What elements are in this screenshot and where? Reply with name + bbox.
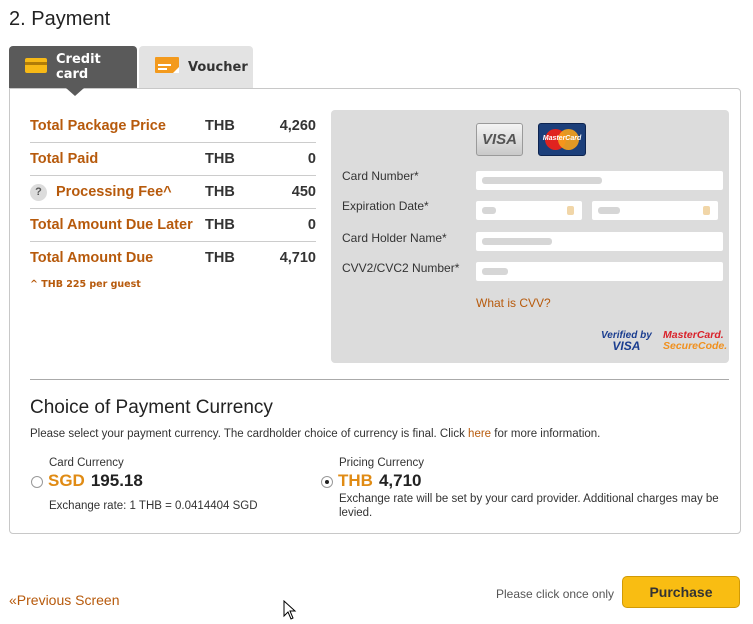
expiration-label: Expiration Date* bbox=[342, 199, 429, 213]
summary-label: Total Amount Due Later bbox=[30, 217, 193, 233]
summary-label: Processing Fee^ bbox=[56, 184, 172, 200]
previous-screen-link[interactable]: «Previous Screen bbox=[9, 592, 120, 608]
processing-fee-note: ^ THB 225 per guest bbox=[30, 279, 141, 290]
summary-amount: 4,710 bbox=[279, 250, 316, 266]
pricing-currency-radio[interactable] bbox=[321, 476, 333, 488]
summary-currency: THB bbox=[205, 118, 235, 134]
what-is-cvv-link[interactable]: What is CVV? bbox=[476, 296, 551, 310]
tab-voucher[interactable]: Voucher bbox=[139, 46, 253, 88]
summary-currency: THB bbox=[205, 151, 235, 167]
tab-pointer bbox=[66, 88, 84, 96]
more-info-link[interactable]: here bbox=[468, 428, 491, 440]
summary-label: Total Amount Due bbox=[30, 250, 154, 266]
card-currency-label: Card Currency bbox=[49, 457, 124, 469]
verified-by-visa-logo: Verified by VISA bbox=[601, 330, 652, 353]
mastercard-logo: MasterCard bbox=[538, 123, 586, 156]
card-currency-rate: Exchange rate: 1 THB = 0.0414404 SGD bbox=[49, 500, 258, 512]
purchase-button[interactable]: Purchase bbox=[622, 576, 740, 608]
summary-currency: THB bbox=[205, 250, 235, 266]
divider bbox=[30, 379, 729, 380]
tab-credit-card[interactable]: Credit card bbox=[9, 46, 137, 88]
visa-logo: VISA bbox=[476, 123, 523, 156]
summary-amount: 0 bbox=[307, 217, 316, 233]
expiration-year-select[interactable] bbox=[592, 201, 718, 220]
tab-label: Credit card bbox=[56, 52, 101, 82]
summary-amount: 4,260 bbox=[279, 118, 316, 134]
summary-currency: THB bbox=[205, 184, 235, 200]
summary-row: Total Paid THB 0 bbox=[30, 143, 316, 176]
summary-currency: THB bbox=[205, 217, 235, 233]
pricing-currency-note: Exchange rate will be set by your card p… bbox=[339, 493, 719, 519]
summary-row: Total Amount Due THB 4,710 bbox=[30, 242, 316, 274]
summary-row: ? Processing Fee^ THB 450 bbox=[30, 176, 316, 209]
card-currency-value: SGD 195.18 bbox=[48, 471, 143, 490]
pricing-currency-value: THB 4,710 bbox=[338, 471, 422, 490]
page-title: 2. Payment bbox=[9, 8, 111, 30]
help-icon[interactable]: ? bbox=[30, 183, 47, 201]
card-number-label: Card Number* bbox=[342, 169, 419, 183]
expiration-month-select[interactable] bbox=[476, 201, 582, 220]
currency-description: Please select your payment currency. The… bbox=[30, 428, 601, 440]
mouse-cursor-icon bbox=[283, 599, 297, 624]
voucher-icon bbox=[155, 57, 179, 77]
card-currency-radio[interactable] bbox=[31, 476, 43, 488]
click-once-note: Please click once only bbox=[496, 587, 615, 601]
summary-amount: 0 bbox=[307, 151, 316, 167]
card-holder-input[interactable] bbox=[476, 232, 723, 251]
summary-label: Total Paid bbox=[30, 151, 99, 167]
pricing-currency-label: Pricing Currency bbox=[339, 457, 424, 469]
summary-label: Total Package Price bbox=[30, 118, 166, 134]
tab-label: Voucher bbox=[188, 59, 248, 75]
cvv-label: CVV2/CVC2 Number* bbox=[342, 261, 460, 275]
card-number-input[interactable] bbox=[476, 171, 723, 190]
mastercard-securecode-logo: MasterCard. SecureCode. bbox=[663, 329, 728, 352]
cvv-input[interactable] bbox=[476, 262, 723, 281]
summary-row: Total Package Price THB 4,260 bbox=[30, 110, 316, 143]
summary-row: Total Amount Due Later THB 0 bbox=[30, 209, 316, 242]
price-summary: Total Package Price THB 4,260 Total Paid… bbox=[30, 110, 316, 274]
card-holder-label: Card Holder Name* bbox=[342, 231, 447, 245]
card-form: VISA MasterCard Card Number* Expiration … bbox=[331, 110, 729, 363]
credit-card-icon bbox=[25, 57, 47, 77]
currency-section-title: Choice of Payment Currency bbox=[30, 397, 273, 418]
summary-amount: 450 bbox=[291, 184, 316, 200]
